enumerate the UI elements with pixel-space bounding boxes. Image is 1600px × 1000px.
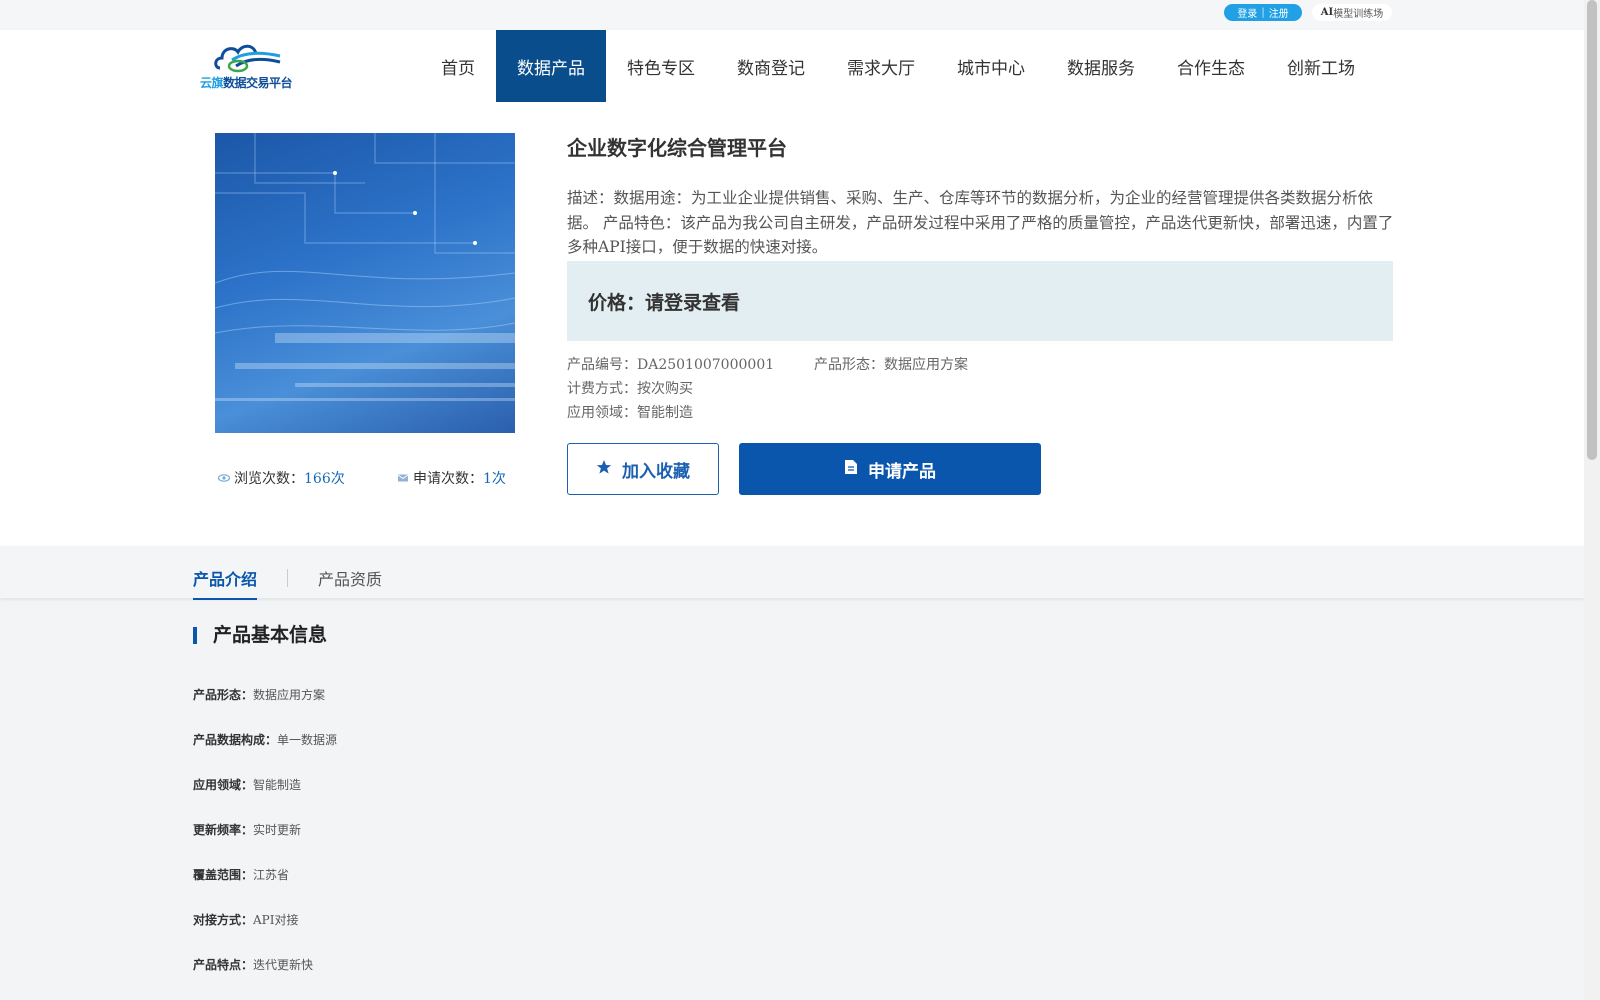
auth-separator: | bbox=[1261, 7, 1265, 18]
star-icon bbox=[596, 459, 612, 480]
info-row: 覆盖范围：江苏省 bbox=[193, 868, 290, 882]
product-description: 描述：数据用途：为工业企业提供销售、采购、生产、仓库等环节的数据分析，为企业的经… bbox=[567, 189, 1394, 256]
detail-tabs: 产品介绍 产品资质 bbox=[0, 546, 1584, 600]
register-link[interactable]: 注册 bbox=[1269, 5, 1289, 20]
applies-count: 1次 bbox=[483, 471, 506, 487]
nav-item-innovation-workshop[interactable]: 创新工场 bbox=[1266, 30, 1376, 102]
nav-item-data-services[interactable]: 数据服务 bbox=[1046, 30, 1156, 102]
add-favorite-button[interactable]: 加入收藏 bbox=[567, 443, 719, 495]
nav-item-data-products[interactable]: 数据产品 bbox=[496, 30, 606, 102]
views-stat: 浏览次数： 166次 bbox=[218, 468, 345, 488]
mail-icon bbox=[397, 472, 409, 484]
tab-product-intro[interactable]: 产品介绍 bbox=[193, 566, 258, 600]
info-row: 应用领域：智能制造 bbox=[193, 778, 302, 792]
page-scrollbar[interactable] bbox=[1584, 0, 1600, 1000]
section-title: 产品基本信息 bbox=[193, 626, 327, 645]
views-count: 166次 bbox=[304, 471, 345, 487]
nav-item-featured-zone[interactable]: 特色专区 bbox=[606, 30, 716, 102]
product-form: 产品形态：数据应用方案 bbox=[814, 357, 968, 373]
apply-product-button[interactable]: 申请产品 bbox=[739, 443, 1041, 495]
product-title: 企业数字化综合管理平台 bbox=[567, 136, 787, 160]
add-favorite-label: 加入收藏 bbox=[622, 461, 690, 482]
document-icon bbox=[844, 459, 858, 480]
product-code: 产品编号：DA2501007000001 bbox=[567, 357, 775, 373]
info-row: 对接方式：API对接 bbox=[193, 913, 299, 927]
info-row: 产品形态：数据应用方案 bbox=[193, 688, 326, 702]
apply-product-label: 申请产品 bbox=[868, 461, 936, 482]
product-image bbox=[215, 133, 515, 433]
ai-training-link[interactable]: AI 模型训练场 bbox=[1312, 4, 1392, 21]
site-logo[interactable]: 云旗数据交易平台 bbox=[200, 40, 296, 92]
info-row: 产品数据构成：单一数据源 bbox=[193, 733, 338, 747]
eye-icon bbox=[218, 472, 230, 484]
price-text: 价格：请登录查看 bbox=[588, 291, 741, 314]
nav-item-demand-hall[interactable]: 需求大厅 bbox=[826, 30, 936, 102]
site-header: 云旗数据交易平台 首页 数据产品 特色专区 数商登记 需求大厅 城市中心 数据服… bbox=[0, 30, 1584, 102]
cloud-logo-icon bbox=[214, 44, 281, 73]
price-box: 价格：请登录查看 bbox=[567, 261, 1393, 341]
login-link[interactable]: 登录 bbox=[1237, 5, 1257, 20]
nav-item-home[interactable]: 首页 bbox=[420, 30, 496, 102]
info-row: 产品特点：迭代更新快 bbox=[193, 958, 314, 972]
ai-link-text: 模型训练场 bbox=[1333, 9, 1384, 20]
views-label: 浏览次数： bbox=[234, 471, 304, 487]
auth-links: 登录 | 注册 bbox=[1224, 4, 1302, 21]
top-utility-bar: 登录 | 注册 AI 模型训练场 bbox=[0, 0, 1584, 30]
tab-product-qualification[interactable]: 产品资质 bbox=[318, 566, 382, 598]
main-nav: 首页 数据产品 特色专区 数商登记 需求大厅 城市中心 数据服务 合作生态 创新… bbox=[420, 30, 1376, 102]
info-row: 更新频率：实时更新 bbox=[193, 823, 302, 837]
nav-item-merchant-registration[interactable]: 数商登记 bbox=[716, 30, 826, 102]
product-detail: 浏览次数： 166次 申请次数： 1次 企业数字化综合管理平台 描述：数据用途：为工… bbox=[0, 102, 1584, 546]
ai-link-bold: AI bbox=[1320, 7, 1334, 18]
nav-item-city-center[interactable]: 城市中心 bbox=[936, 30, 1046, 102]
application-domain: 应用领域：智能制造 bbox=[567, 405, 693, 421]
billing-method: 计费方式：按次购买 bbox=[567, 381, 693, 397]
applies-label: 申请次数： bbox=[413, 471, 483, 487]
logo-text: 云旗数据交易平台 bbox=[200, 76, 293, 90]
tab-divider bbox=[287, 569, 288, 587]
scrollbar-thumb[interactable] bbox=[1587, 0, 1597, 460]
applies-stat: 申请次数： 1次 bbox=[397, 468, 506, 488]
nav-item-partner-ecosystem[interactable]: 合作生态 bbox=[1156, 30, 1266, 102]
